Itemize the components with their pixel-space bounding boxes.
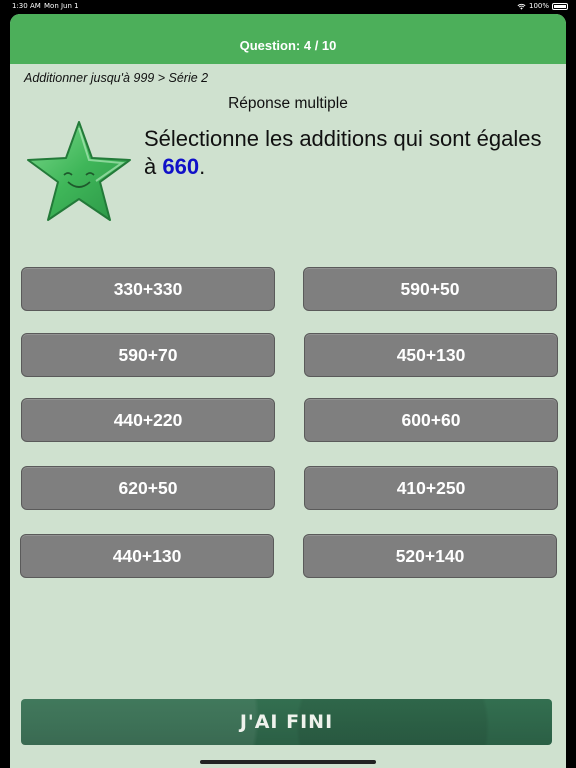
question-text: Sélectionne les additions qui sont égale… — [144, 125, 554, 181]
finish-button[interactable]: J'AI FINI — [21, 699, 552, 745]
status-bar: 1:30 AM Mon Jun 1 100% — [0, 0, 576, 12]
home-indicator[interactable] — [200, 760, 376, 764]
choice-button[interactable]: 600+60 — [304, 398, 558, 442]
status-time: 1:30 AM — [12, 2, 41, 10]
choice-button[interactable]: 450+130 — [304, 333, 558, 377]
choice-button[interactable]: 330+330 — [21, 267, 275, 311]
choice-button[interactable]: 520+140 — [303, 534, 557, 578]
battery-percent: 100% — [528, 2, 549, 10]
exercise-type: Réponse multiple — [228, 95, 348, 112]
smiling-star-icon — [24, 120, 134, 226]
question-header: Question: 4 / 10 — [10, 14, 566, 64]
breadcrumb: Additionner jusqu'à 999 > Série 2 — [24, 71, 209, 85]
choice-button[interactable]: 590+50 — [303, 267, 557, 311]
choice-button[interactable]: 620+50 — [21, 466, 275, 510]
status-right: 100% — [517, 0, 568, 12]
choice-button[interactable]: 410+250 — [304, 466, 558, 510]
target-number: 660 — [162, 154, 200, 179]
choice-button[interactable]: 590+70 — [21, 333, 275, 377]
choice-button[interactable]: 440+130 — [20, 534, 274, 578]
status-date: Mon Jun 1 — [44, 2, 79, 10]
question-suffix: . — [199, 154, 206, 179]
battery-icon — [552, 2, 568, 10]
wifi-icon — [517, 3, 526, 10]
choice-button[interactable]: 440+220 — [21, 398, 275, 442]
app-screen: Question: 4 / 10 Additionner jusqu'à 999… — [10, 14, 566, 768]
